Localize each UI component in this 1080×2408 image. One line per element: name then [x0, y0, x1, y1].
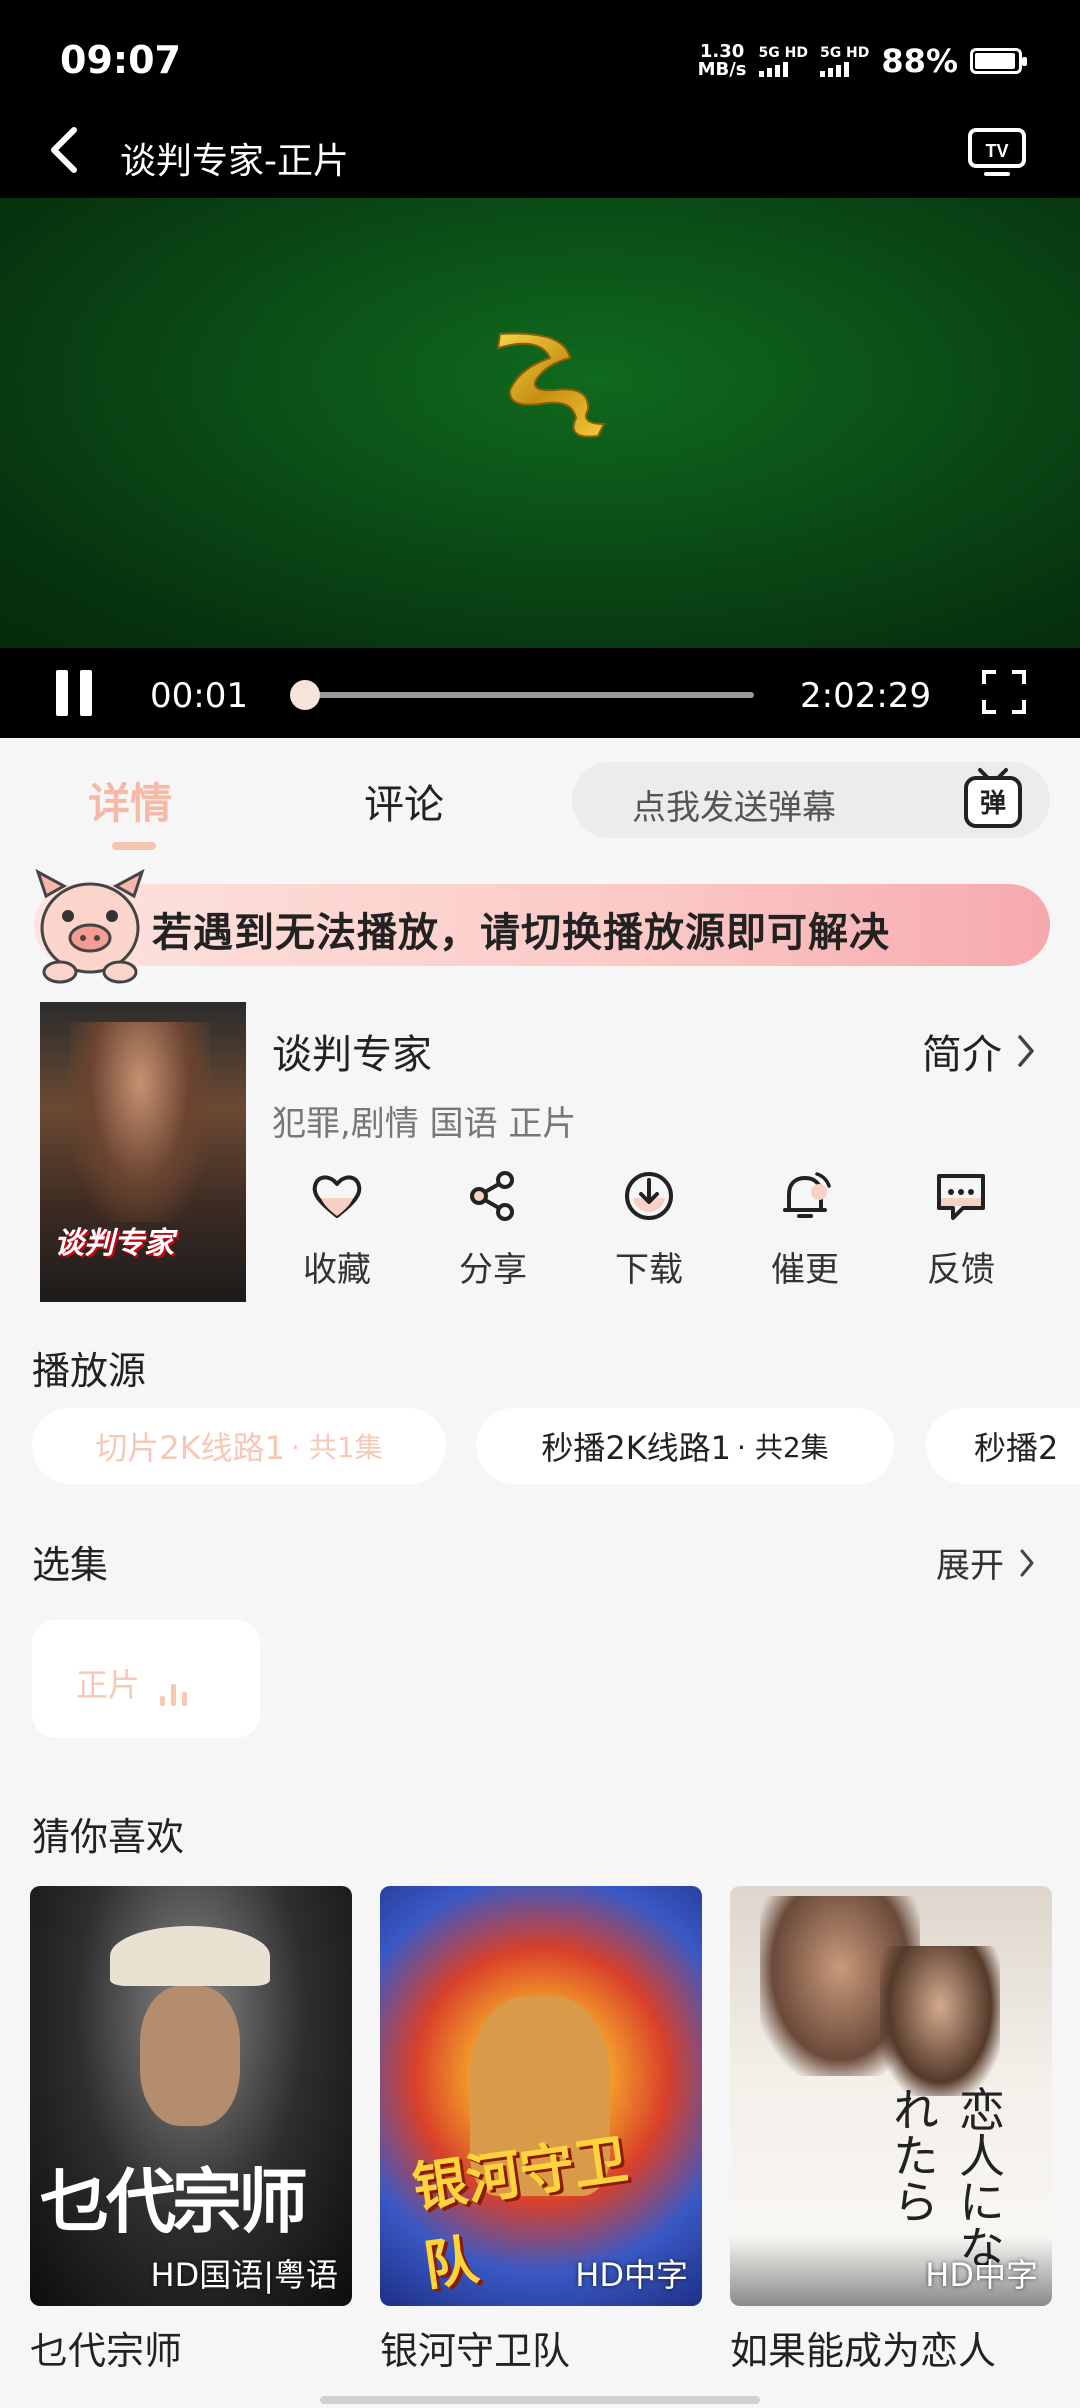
- video-frame[interactable]: [0, 198, 1080, 648]
- signal-bars-icon: [758, 61, 808, 77]
- status-time: 09:07: [60, 38, 181, 82]
- signal-2: 5G HD: [819, 45, 869, 77]
- tab-comments[interactable]: 评论: [364, 772, 444, 830]
- recommendation-card[interactable]: 乜代宗师 HD国语|粤语 乜代宗师: [30, 1886, 352, 2375]
- download-button[interactable]: 下载: [584, 1168, 714, 1291]
- total-time: 2:02:29: [800, 676, 932, 716]
- intro-link[interactable]: 简介: [922, 1022, 1036, 1080]
- video-controls: 00:01 2:02:29: [0, 648, 1080, 738]
- danmaku-placeholder: 点我发送弹幕: [632, 788, 836, 828]
- fullscreen-icon: [982, 670, 1026, 714]
- movie-meta: 犯罪,剧情 国语 正片: [272, 1104, 577, 1144]
- tv-cast-icon: TV: [968, 128, 1026, 176]
- quality-badge: HD中字: [575, 2256, 688, 2294]
- home-indicator[interactable]: [320, 2396, 760, 2404]
- fullscreen-button[interactable]: [980, 668, 1028, 716]
- recommendation-card[interactable]: 恋人になれたら HD中字 如果能成为恋人: [730, 1886, 1052, 2375]
- playing-indicator-icon: [160, 1682, 187, 1706]
- movie-title: 谈判专家: [272, 1032, 432, 1078]
- svg-text:弹: 弹: [980, 789, 1006, 819]
- source-chip[interactable]: 秒播2K线路1 · 共2集: [476, 1408, 894, 1484]
- danmaku-button[interactable]: 弹: [960, 766, 1026, 832]
- quality-badge: HD中字: [925, 2256, 1038, 2294]
- tab-bar: 详情 评论 点我发送弹幕 弹: [0, 738, 1080, 868]
- poster-art-title: 乜代宗师: [40, 2160, 308, 2243]
- chevron-left-icon: [51, 127, 77, 173]
- heart-icon: [312, 1175, 362, 1218]
- recommendation-title: 银河守卫队: [380, 2329, 571, 2373]
- recommendation-card[interactable]: 银河守卫队 HD中字 银河守卫队: [380, 1886, 702, 2375]
- expand-link[interactable]: 展开: [936, 1538, 1036, 1587]
- back-button[interactable]: [44, 122, 94, 182]
- feedback-icon: [937, 1174, 985, 1220]
- recommendation-poster[interactable]: 乜代宗师 HD国语|粤语: [30, 1886, 352, 2306]
- download-icon: [625, 1172, 673, 1220]
- chevron-right-icon: [1018, 1035, 1034, 1067]
- source-chip-active[interactable]: 切片2K线路1 · 共1集: [32, 1408, 446, 1484]
- movie-poster[interactable]: 谈判专家: [40, 1002, 246, 1302]
- recommendations-heading: 猜你喜欢: [32, 1815, 185, 1859]
- studio-logo-icon: [496, 332, 606, 438]
- episodes-heading: 选集: [32, 1543, 109, 1587]
- recommendation-title: 乜代宗师: [30, 2329, 183, 2373]
- signal-bars-icon: [819, 61, 869, 77]
- svg-text:TV: TV: [985, 141, 1008, 161]
- episode-item[interactable]: 正片: [32, 1620, 260, 1738]
- recommendation-poster[interactable]: 恋人になれたら HD中字: [730, 1886, 1052, 2306]
- notice-banner: 若遇到无法播放，请切换播放源即可解决: [34, 884, 1050, 966]
- recommendation-title: 如果能成为恋人: [730, 2329, 997, 2373]
- progress-thumb[interactable]: [290, 680, 320, 710]
- danmaku-input[interactable]: 点我发送弹幕 弹: [572, 762, 1050, 838]
- action-row: 收藏 分享 下载 催更 反馈: [272, 1168, 1052, 1308]
- notice-text: 若遇到无法播放，请切换播放源即可解决: [152, 910, 890, 956]
- progress-bar[interactable]: [290, 680, 754, 710]
- favorite-button[interactable]: 收藏: [272, 1168, 402, 1291]
- poster-title: 谈判专家: [54, 1226, 174, 1261]
- sources-heading: 播放源: [32, 1349, 147, 1393]
- page-title: 谈判专家-正片: [120, 141, 349, 182]
- share-icon: [470, 1171, 514, 1221]
- signal-1: 5G HD: [758, 45, 808, 77]
- pig-mascot-icon: [35, 868, 145, 984]
- battery-icon: [970, 48, 1027, 74]
- status-bar: 09:07 1.30 MB/s 5G HD 5G HD 88%: [0, 0, 1080, 128]
- source-chip[interactable]: 秒播2: [926, 1408, 1080, 1484]
- cast-tv-button[interactable]: TV: [966, 124, 1028, 180]
- battery-percent: 88%: [881, 42, 958, 80]
- chevron-right-icon: [1020, 1549, 1034, 1576]
- net-speed: 1.30 MB/s: [697, 41, 747, 80]
- recommendation-poster[interactable]: 银河守卫队 HD中字: [380, 1886, 702, 2306]
- remind-update-button[interactable]: 催更: [740, 1168, 870, 1291]
- share-button[interactable]: 分享: [428, 1168, 558, 1291]
- video-player[interactable]: [0, 128, 1080, 738]
- bell-icon: [783, 1172, 831, 1218]
- pause-button[interactable]: [52, 670, 96, 718]
- current-time: 00:01: [150, 676, 248, 716]
- tab-detail[interactable]: 详情: [88, 770, 172, 831]
- feedback-button[interactable]: 反馈: [896, 1168, 1026, 1291]
- quality-badge: HD国语|粤语: [150, 2256, 339, 2294]
- tab-underline: [112, 842, 156, 850]
- status-indicators: 1.30 MB/s 5G HD 5G HD 88%: [697, 41, 1027, 80]
